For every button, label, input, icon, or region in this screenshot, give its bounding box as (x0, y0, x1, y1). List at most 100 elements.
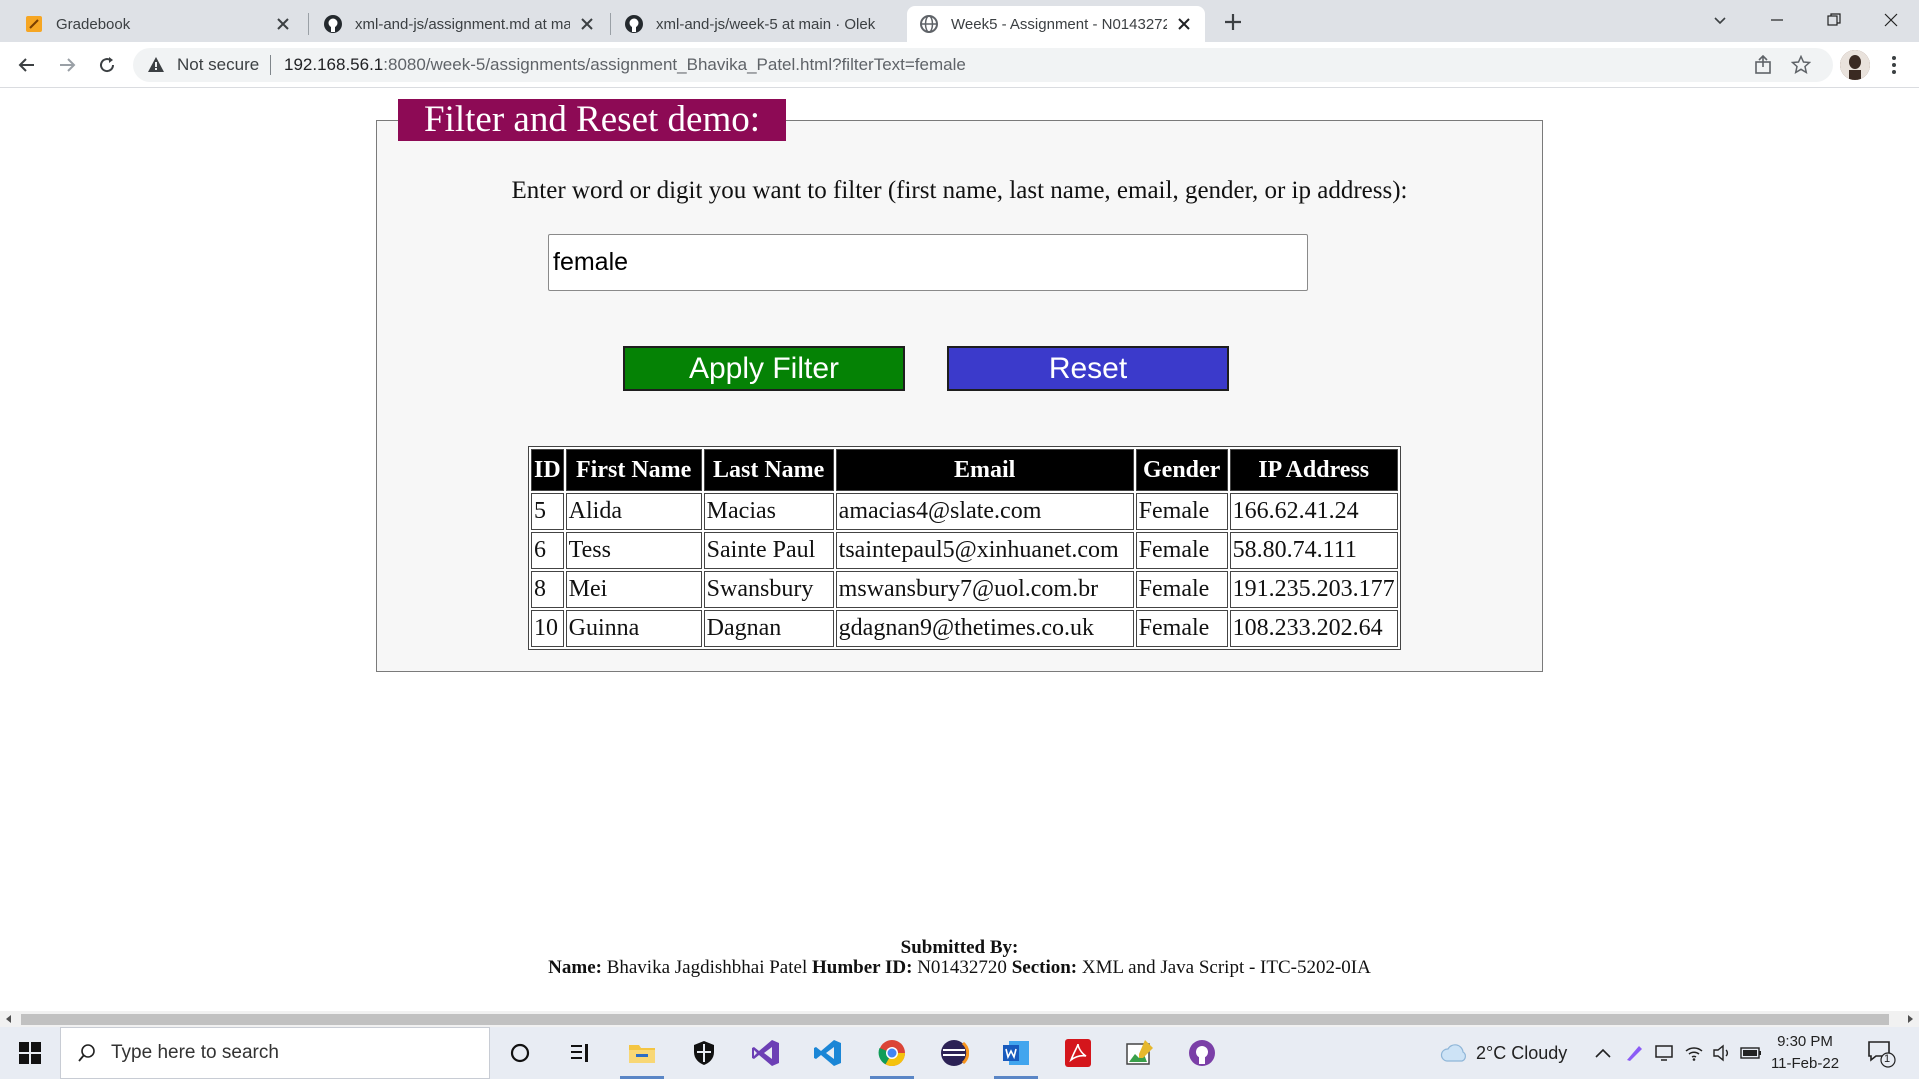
cell-email: mswansbury7@uol.com.br (835, 571, 1134, 608)
close-icon[interactable] (578, 15, 596, 33)
tab-search-button[interactable] (1692, 0, 1748, 40)
new-tab-icon[interactable] (1221, 10, 1245, 34)
security-button[interactable] (674, 1027, 734, 1079)
url-text[interactable]: 192.168.56.1:8080/week-5/assignments/ass… (284, 55, 966, 75)
tab-title: Gradebook (56, 15, 131, 33)
system-tray (1594, 1027, 1762, 1079)
filter-input[interactable] (548, 234, 1308, 291)
cell-first-name: Guinna (565, 610, 702, 647)
tab-assignment-md[interactable]: xml-and-js/assignment.md at ma (311, 6, 608, 42)
horizontal-scrollbar[interactable] (0, 1011, 1919, 1027)
cell-first-name: Alida (565, 493, 702, 530)
tab-divider (610, 13, 611, 35)
cell-first-name: Mei (565, 571, 702, 608)
reset-button[interactable]: Reset (947, 346, 1229, 391)
weather-widget[interactable]: 2°C Cloudy (1440, 1027, 1567, 1079)
section-label: Section: (1011, 957, 1078, 978)
word-button[interactable] (986, 1027, 1046, 1079)
battery-icon[interactable] (1740, 1046, 1762, 1060)
warning-icon[interactable] (147, 56, 165, 74)
close-icon[interactable] (1175, 15, 1193, 33)
github-icon (625, 15, 643, 33)
taskbar-search[interactable]: Type here to search (60, 1027, 490, 1079)
notification-center[interactable]: 1 (1866, 1027, 1896, 1079)
table-row: 6 Tess Sainte Paul tsaintepaul5@xinhuane… (531, 532, 1398, 569)
tab-title: xml-and-js/week-5 at main · Olek (656, 15, 876, 33)
apply-filter-button[interactable]: Apply Filter (623, 346, 905, 391)
url-host: 192.168.56.1 (284, 55, 384, 74)
task-view-icon (510, 1043, 530, 1063)
header-last-name: Last Name (703, 449, 834, 491)
clock-time: 9:30 PM (1777, 1033, 1833, 1050)
cell-id: 5 (531, 493, 564, 530)
file-explorer-icon (629, 1045, 655, 1063)
cell-email: amacias4@slate.com (835, 493, 1134, 530)
scrollbar-thumb[interactable] (21, 1014, 1889, 1025)
back-button[interactable] (14, 52, 40, 78)
task-view-button[interactable] (490, 1027, 550, 1079)
bookmark-star-icon[interactable] (1791, 55, 1811, 75)
pen-icon[interactable] (1624, 1043, 1644, 1063)
github-desktop-icon (1189, 1040, 1215, 1066)
tab-week5-assignment[interactable]: Week5 - Assignment - N0143272 (907, 6, 1205, 42)
cell-last-name: Sainte Paul (703, 532, 834, 569)
acrobat-button[interactable] (1048, 1027, 1108, 1079)
table-header-row: ID First Name Last Name Email Gender IP … (531, 449, 1398, 491)
github-desktop-button[interactable] (1172, 1027, 1232, 1079)
forward-button[interactable] (54, 52, 80, 78)
vscode-button[interactable] (798, 1027, 858, 1079)
cell-email: tsaintepaul5@xinhuanet.com (835, 532, 1134, 569)
clock-date: 11-Feb-22 (1770, 1055, 1840, 1072)
volume-icon[interactable] (1712, 1043, 1732, 1063)
header-gender: Gender (1135, 449, 1228, 491)
cell-gender: Female (1135, 493, 1228, 530)
cell-ip-address: 191.235.203.177 (1229, 571, 1398, 608)
chevron-up-icon[interactable] (1594, 1046, 1612, 1060)
tab-strip: Gradebook xml-and-js/assignment.md at ma… (0, 0, 1919, 42)
restore-icon (1827, 13, 1841, 26)
back-arrow-icon (18, 58, 34, 72)
table-row: 10 Guinna Dagnan gdagnan9@thetimes.co.uk… (531, 610, 1398, 647)
eclipse-button[interactable] (924, 1027, 984, 1079)
cell-ip-address: 108.233.202.64 (1229, 610, 1398, 647)
page-viewport: Filter and Reset demo: Enter word or dig… (0, 89, 1919, 1011)
file-explorer-button[interactable] (612, 1027, 672, 1079)
chrome-button[interactable] (862, 1027, 922, 1079)
avatar-icon (1840, 50, 1870, 80)
reload-button[interactable] (94, 52, 120, 78)
close-window-button[interactable] (1863, 0, 1919, 40)
more-options-icon[interactable] (1884, 54, 1904, 76)
tab-gradebook[interactable]: Gradebook (12, 6, 304, 42)
cell-last-name: Dagnan (703, 610, 834, 647)
taskbar-clock[interactable]: 9:30 PM 11-Feb-22 (1760, 1031, 1850, 1075)
wifi-icon[interactable] (1684, 1043, 1704, 1063)
results-table: ID First Name Last Name Email Gender IP … (528, 446, 1401, 650)
eclipse-icon (941, 1040, 969, 1066)
widgets-button[interactable] (550, 1027, 610, 1079)
scroll-right-icon[interactable] (1905, 1014, 1915, 1024)
scroll-left-icon[interactable] (4, 1014, 14, 1024)
filter-prompt: Enter word or digit you want to filter (… (511, 177, 1408, 204)
profile-avatar[interactable] (1840, 50, 1870, 80)
share-icon[interactable] (1753, 55, 1773, 75)
restore-button[interactable] (1806, 0, 1862, 40)
notification-icon (1868, 1041, 1896, 1068)
url-path: :8080/week-5/assignments/assignment_Bhav… (383, 55, 966, 74)
cell-email: gdagnan9@thetimes.co.uk (835, 610, 1134, 647)
acrobat-icon (1065, 1039, 1091, 1067)
display-icon[interactable] (1654, 1043, 1674, 1063)
minimize-button[interactable] (1749, 0, 1805, 40)
close-icon[interactable] (274, 15, 292, 33)
cell-gender: Female (1135, 571, 1228, 608)
start-button[interactable] (0, 1027, 60, 1079)
address-divider (270, 55, 271, 75)
browser-toolbar: Not secure 192.168.56.1:8080/week-5/assi… (0, 42, 1919, 88)
cell-id: 6 (531, 532, 564, 569)
vscode-icon (814, 1040, 841, 1066)
cell-last-name: Macias (703, 493, 834, 530)
tab-week5-folder[interactable]: xml-and-js/week-5 at main · Olek (612, 6, 904, 42)
visual-studio-button[interactable] (736, 1027, 796, 1079)
security-label[interactable]: Not secure (177, 55, 259, 75)
address-bar[interactable]: Not secure 192.168.56.1:8080/week-5/assi… (133, 48, 1833, 82)
image-editor-button[interactable] (1110, 1027, 1170, 1079)
